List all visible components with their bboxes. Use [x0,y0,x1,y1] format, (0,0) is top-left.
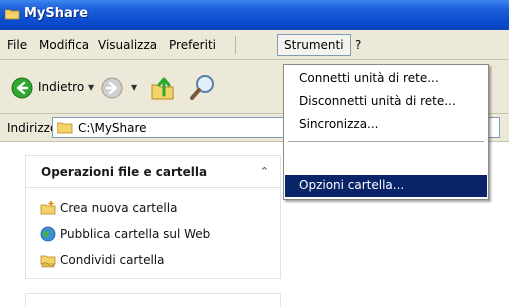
folder-icon [5,9,20,20]
menu-item-connect-drive[interactable]: Connetti unità di rete... [285,68,487,90]
tools-dropdown-menu: Connetti unità di rete... Disconnetti un… [283,64,489,200]
task-panel-next [25,293,281,307]
menu-item-sync[interactable]: Sincronizza... [285,114,487,136]
menu-divider [235,36,236,54]
task-panel-body: Crea nuova cartella Pubblica cartella su… [25,188,281,279]
back-button-label[interactable]: Indietro [38,80,84,94]
menu-bar: File Modifica Visualizza Preferiti Strum… [0,30,509,60]
menu-preferiti[interactable]: Preferiti [169,38,216,52]
menu-modifica[interactable]: Modifica [39,38,89,52]
menu-separator [288,141,484,142]
menu-visualizza[interactable]: Visualizza [98,38,157,52]
menu-strumenti[interactable]: Strumenti [277,34,351,56]
collapse-chevron-icon[interactable]: ⌃ [257,164,272,179]
new-folder-icon [40,201,56,215]
address-value: C:\MyShare [78,121,147,135]
menu-item-folder-options[interactable]: Opzioni cartella... [285,175,487,197]
menu-help[interactable]: ? [355,38,361,52]
menu-file[interactable]: File [7,38,27,52]
publish-web-icon [40,226,56,242]
folder-up-icon[interactable] [151,75,175,101]
back-arrow-icon[interactable] [11,77,33,99]
chevron-down-icon[interactable]: ▼ [88,83,94,92]
forward-arrow-icon[interactable] [101,77,123,99]
menu-item-disconnect-drive[interactable]: Disconnetti unità di rete... [285,91,487,113]
task-panel-file-folder: Operazioni file e cartella ⌃ Crea nuova … [25,155,281,279]
address-label: Indirizzo [7,121,58,135]
task-panel-header[interactable]: Operazioni file e cartella ⌃ [25,155,281,188]
window-title: MyShare [24,6,89,21]
task-panel-title: Operazioni file e cartella [41,165,208,179]
chevron-down-icon[interactable]: ▼ [131,83,137,92]
title-bar[interactable]: MyShare [0,0,509,30]
share-folder-icon [40,255,56,268]
folder-icon [57,122,73,134]
search-icon[interactable] [190,74,216,102]
